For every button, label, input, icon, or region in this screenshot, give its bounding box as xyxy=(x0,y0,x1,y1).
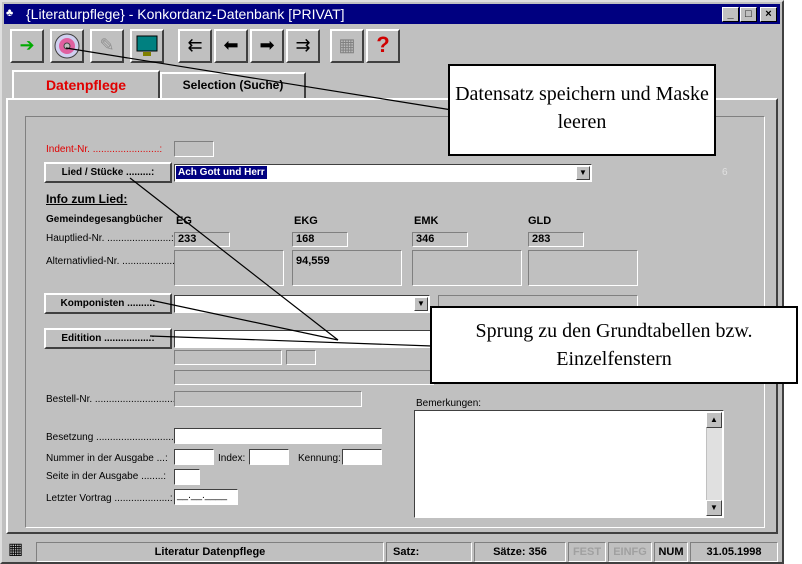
save-pointer-line xyxy=(65,47,453,111)
jump-pointer-line-1 xyxy=(129,177,339,341)
jump-pointer-line-3 xyxy=(149,335,433,347)
jump-callout: Sprung zu den Grundtabellen bzw. Einzelf… xyxy=(430,306,798,384)
save-callout: Datensatz speichern und Maske leeren xyxy=(448,64,716,156)
jump-pointer-line-2 xyxy=(149,299,339,341)
